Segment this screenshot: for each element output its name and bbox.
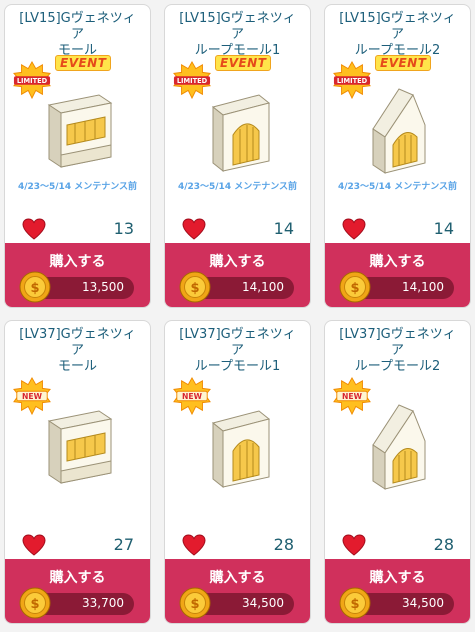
- price-text: 14,100: [242, 280, 284, 294]
- coin-icon: $: [19, 587, 51, 619]
- heart-icon[interactable]: [341, 533, 367, 557]
- event-date-text: 4/23～5/14 メンテナンス前: [17, 182, 138, 192]
- buy-button[interactable]: 購入する 13,500 $: [5, 243, 150, 307]
- svg-text:$: $: [190, 281, 199, 296]
- shop-item-card[interactable]: [LV37]Gヴェネツィ ア モール NEW 27 購入する 33,700 $: [4, 320, 151, 624]
- shop-item-card[interactable]: [LV37]Gヴェネツィ ア ループモール1 NEW 28 購入する 34,50…: [164, 320, 311, 624]
- like-count: 27: [113, 535, 134, 554]
- event-date-text: 4/23～5/14 メンテナンス前: [177, 182, 298, 192]
- badge-text: NEW: [182, 392, 203, 401]
- item-title: [LV15]Gヴェネツィ ア モール: [19, 11, 136, 58]
- event-date-text: 4/23～5/14 メンテナンス前: [337, 182, 458, 192]
- buy-label: 購入する: [369, 254, 426, 270]
- svg-text:$: $: [350, 281, 359, 296]
- svg-text:$: $: [350, 597, 359, 612]
- coin-icon: $: [339, 271, 371, 303]
- price-text: 13,500: [82, 280, 124, 294]
- buy-label: 購入する: [209, 570, 266, 586]
- heart-icon[interactable]: [21, 217, 47, 241]
- price-text: 33,700: [82, 596, 124, 610]
- event-tag: EVENT: [375, 55, 432, 71]
- like-count: 14: [433, 219, 454, 238]
- buy-label: 購入する: [369, 570, 426, 586]
- shop-item-card[interactable]: [LV37]Gヴェネツィ ア ループモール2 NEW 28 購入する 34,50…: [324, 320, 471, 624]
- badge-text: NEW: [22, 392, 43, 401]
- price-text: 34,500: [402, 596, 444, 610]
- buy-button[interactable]: 購入する 34,500 $: [325, 559, 470, 623]
- buy-button[interactable]: 購入する 14,100 $: [165, 243, 310, 307]
- event-tag: EVENT: [215, 55, 272, 71]
- buy-label: 購入する: [49, 254, 106, 270]
- badge-text: LIMITED: [177, 77, 208, 85]
- like-count: 14: [273, 219, 294, 238]
- like-count: 13: [113, 219, 134, 238]
- badge-text: LIMITED: [337, 77, 368, 85]
- item-title: [LV37]Gヴェネツィ ア ループモール1: [179, 327, 296, 374]
- price-text: 34,500: [242, 596, 284, 610]
- mall-item-icon: [47, 94, 113, 168]
- badge-text: LIMITED: [17, 77, 48, 85]
- price-text: 14,100: [402, 280, 444, 294]
- shop-item-card[interactable]: [LV15]Gヴェネツィ ア モール LIMITED EVENT 4/23～5/…: [4, 4, 151, 308]
- shop-item-card[interactable]: [LV15]Gヴェネツィ ア ループモール1 LIMITED EVENT 4/2…: [164, 4, 311, 308]
- coin-icon: $: [339, 587, 371, 619]
- like-count: 28: [273, 535, 294, 554]
- buy-label: 購入する: [209, 254, 266, 270]
- loop-mall-2-item-icon: [372, 88, 426, 174]
- item-title: [LV15]Gヴェネツィ ア ループモール2: [339, 11, 456, 58]
- item-grid: [LV15]Gヴェネツィ ア モール LIMITED EVENT 4/23～5/…: [0, 0, 475, 632]
- buy-label: 購入する: [49, 570, 106, 586]
- mall-item-icon: [47, 410, 113, 484]
- item-title: [LV15]Gヴェネツィ ア ループモール1: [179, 11, 296, 58]
- event-tag: EVENT: [55, 55, 112, 71]
- buy-button[interactable]: 購入する 14,100 $: [325, 243, 470, 307]
- buy-button[interactable]: 購入する 33,700 $: [5, 559, 150, 623]
- coin-icon: $: [179, 271, 211, 303]
- like-count: 28: [433, 535, 454, 554]
- loop-mall-1-item-icon: [211, 94, 271, 173]
- shop-item-card[interactable]: [LV15]Gヴェネツィ ア ループモール2 LIMITED EVENT 4/2…: [324, 4, 471, 308]
- item-title: [LV37]Gヴェネツィ ア モール: [19, 327, 136, 374]
- buy-button[interactable]: 購入する 34,500 $: [165, 559, 310, 623]
- heart-icon[interactable]: [181, 217, 207, 241]
- item-title: [LV37]Gヴェネツィ ア ループモール2: [339, 327, 456, 374]
- heart-icon[interactable]: [181, 533, 207, 557]
- svg-text:$: $: [30, 281, 39, 296]
- loop-mall-1-item-icon: [211, 410, 271, 489]
- svg-text:$: $: [30, 597, 39, 612]
- svg-text:$: $: [190, 597, 199, 612]
- coin-icon: $: [179, 587, 211, 619]
- heart-icon[interactable]: [21, 533, 47, 557]
- heart-icon[interactable]: [341, 217, 367, 241]
- coin-icon: $: [19, 271, 51, 303]
- loop-mall-2-item-icon: [372, 404, 426, 490]
- badge-text: NEW: [342, 392, 363, 401]
